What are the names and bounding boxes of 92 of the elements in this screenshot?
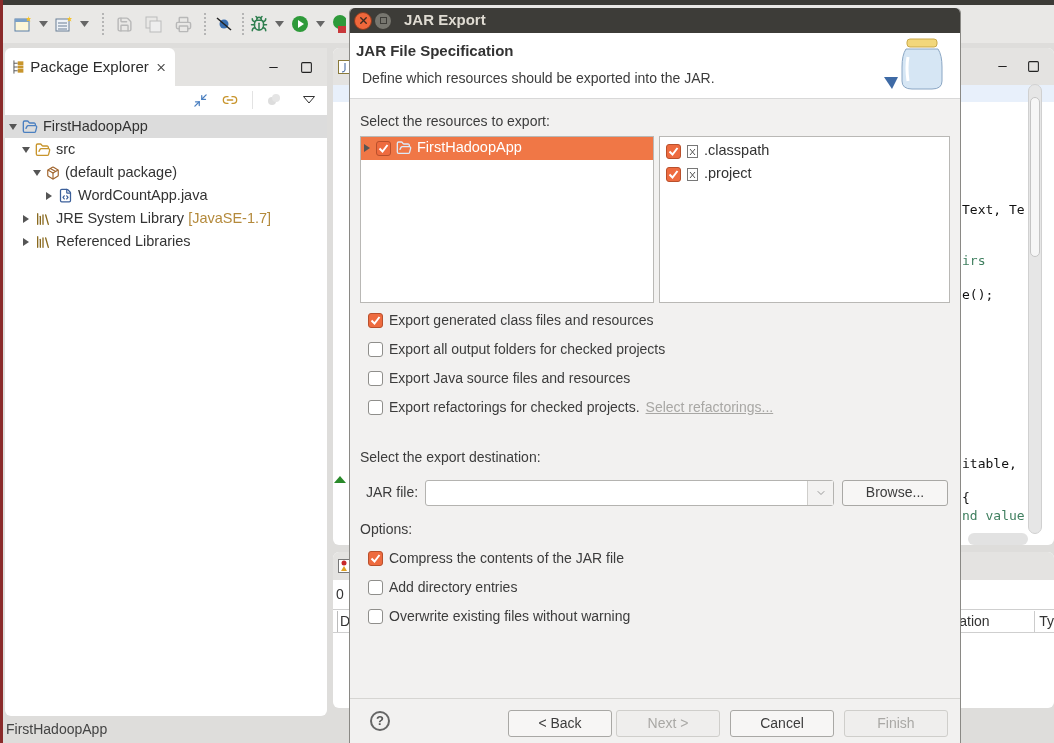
project-folder-icon bbox=[396, 140, 412, 157]
expanded-arrow-icon[interactable] bbox=[33, 168, 41, 177]
tree-item-label: Referenced Libraries bbox=[56, 231, 191, 251]
tree-item[interactable]: Referenced Libraries bbox=[5, 230, 327, 253]
status-text: FirstHadoopApp bbox=[6, 720, 108, 739]
checkbox[interactable] bbox=[666, 166, 681, 182]
help-button[interactable]: ? bbox=[370, 710, 390, 731]
tree-item[interactable]: src bbox=[5, 138, 327, 161]
dropdown-caret-icon[interactable] bbox=[316, 21, 325, 27]
dropdown-caret-icon[interactable] bbox=[39, 21, 48, 27]
field-label: JAR file: bbox=[366, 483, 420, 503]
maximize-icon[interactable] bbox=[1027, 60, 1040, 73]
code-line: e(); bbox=[962, 286, 994, 303]
run-icon[interactable] bbox=[291, 15, 309, 33]
window-title: JAR Export bbox=[404, 10, 486, 31]
list-item-label[interactable]: .project bbox=[704, 163, 752, 186]
horizontal-scrollbar[interactable] bbox=[968, 533, 1028, 545]
collapsed-arrow-icon[interactable] bbox=[22, 214, 30, 223]
browse-button[interactable]: Browse... bbox=[842, 479, 948, 506]
file-icon bbox=[687, 167, 698, 181]
section-label: Select the export destination: bbox=[360, 447, 542, 467]
tree-item[interactable]: JRE System Library [JavaSE-1.7] bbox=[5, 207, 327, 230]
view-menu-icon[interactable] bbox=[303, 96, 315, 104]
view-tab[interactable]: Package Explorer bbox=[5, 48, 175, 86]
header-title: JAR File Specification bbox=[356, 41, 515, 62]
collapsed-arrow-icon[interactable] bbox=[45, 191, 53, 200]
checkbox[interactable] bbox=[368, 579, 383, 595]
tab-label: Package Explorer bbox=[30, 56, 149, 77]
section-label: Options: bbox=[360, 519, 414, 539]
package-icon bbox=[46, 165, 60, 180]
checkbox[interactable] bbox=[368, 312, 383, 328]
code-line: Text, Te bbox=[962, 201, 1025, 218]
item-count: 0 bbox=[336, 585, 344, 604]
source-folder-icon bbox=[35, 141, 51, 158]
checkbox-label[interactable]: Add directory entries bbox=[389, 576, 518, 598]
expanded-arrow-icon[interactable] bbox=[9, 122, 17, 131]
annotation-marker-icon bbox=[334, 476, 346, 483]
wizard-button[interactable]: < Back bbox=[508, 710, 612, 738]
checkbox[interactable] bbox=[368, 341, 383, 357]
package-explorer-icon bbox=[13, 60, 25, 74]
tree-item-label: FirstHadoopApp bbox=[417, 138, 522, 158]
project-folder-icon bbox=[22, 118, 38, 135]
collapse-all-icon[interactable] bbox=[193, 92, 208, 108]
java-file-icon[interactable] bbox=[338, 59, 350, 74]
section-label: Select the resources to export: bbox=[360, 111, 551, 131]
tree-item-label: src bbox=[56, 139, 76, 159]
java-file-icon bbox=[58, 188, 73, 203]
code-line: irs bbox=[962, 252, 986, 269]
wizard-button[interactable]: Cancel bbox=[730, 710, 834, 738]
checkbox-label[interactable]: Export generated class files and resources bbox=[389, 309, 654, 331]
tree-item-label: FirstHadoopApp bbox=[43, 116, 148, 136]
checkbox-label[interactable]: Export Java source files and resources bbox=[389, 367, 631, 389]
dropdown-caret-icon[interactable] bbox=[80, 21, 89, 27]
checkbox[interactable] bbox=[376, 140, 391, 156]
tree-item-label: (default package) bbox=[65, 162, 178, 182]
column-header[interactable]: Ty bbox=[1035, 610, 1054, 632]
checkbox[interactable] bbox=[368, 550, 383, 566]
checkbox-label[interactable]: Export refactorings for checked projects. bbox=[389, 396, 640, 418]
checkbox-label[interactable]: Compress the contents of the JAR file bbox=[389, 547, 624, 569]
new-window-icon[interactable] bbox=[14, 16, 32, 32]
collapsed-arrow-icon[interactable] bbox=[22, 237, 30, 246]
header-description: Define which resources should be exported into the JAR. bbox=[362, 69, 715, 88]
minimize-button[interactable] bbox=[374, 11, 392, 30]
run-external-icon[interactable] bbox=[332, 15, 346, 33]
close-icon[interactable] bbox=[357, 15, 369, 27]
expanded-arrow-icon[interactable] bbox=[22, 145, 30, 154]
code-line: itable, bbox=[962, 455, 1017, 472]
tree-item[interactable]: WordCountApp.java bbox=[5, 184, 327, 207]
skip-breakpoints-icon[interactable] bbox=[216, 16, 232, 32]
problems-icon[interactable] bbox=[338, 559, 350, 573]
tree-item-label: JRE System Library bbox=[56, 208, 185, 228]
code-line: nd value bbox=[962, 507, 1025, 524]
bug-icon[interactable] bbox=[250, 15, 268, 33]
close-button[interactable] bbox=[354, 11, 372, 30]
tree-item-decoration: [JavaSE-1.7] bbox=[188, 208, 272, 228]
tree-item[interactable]: (default package) bbox=[5, 161, 327, 184]
code-line: { bbox=[962, 489, 970, 506]
vertical-scrollbar[interactable] bbox=[1028, 84, 1042, 534]
tree-item[interactable]: FirstHadoopApp bbox=[5, 115, 327, 138]
checkbox-label[interactable]: Overwrite existing files without warning bbox=[389, 605, 631, 627]
checkbox[interactable] bbox=[368, 608, 383, 624]
checkbox[interactable] bbox=[368, 399, 383, 415]
library-icon bbox=[35, 233, 51, 250]
list-item-label[interactable]: .classpath bbox=[704, 140, 770, 163]
file-icon bbox=[687, 144, 698, 158]
library-icon bbox=[35, 210, 51, 227]
dropdown-caret-icon[interactable] bbox=[275, 21, 284, 27]
checkbox-label[interactable]: Export all output folders for checked projects bbox=[389, 338, 666, 360]
tree-item-label: WordCountApp.java bbox=[78, 185, 208, 205]
checkbox[interactable] bbox=[368, 370, 383, 386]
checkbox[interactable] bbox=[666, 143, 681, 159]
maximize-icon[interactable] bbox=[300, 61, 313, 74]
